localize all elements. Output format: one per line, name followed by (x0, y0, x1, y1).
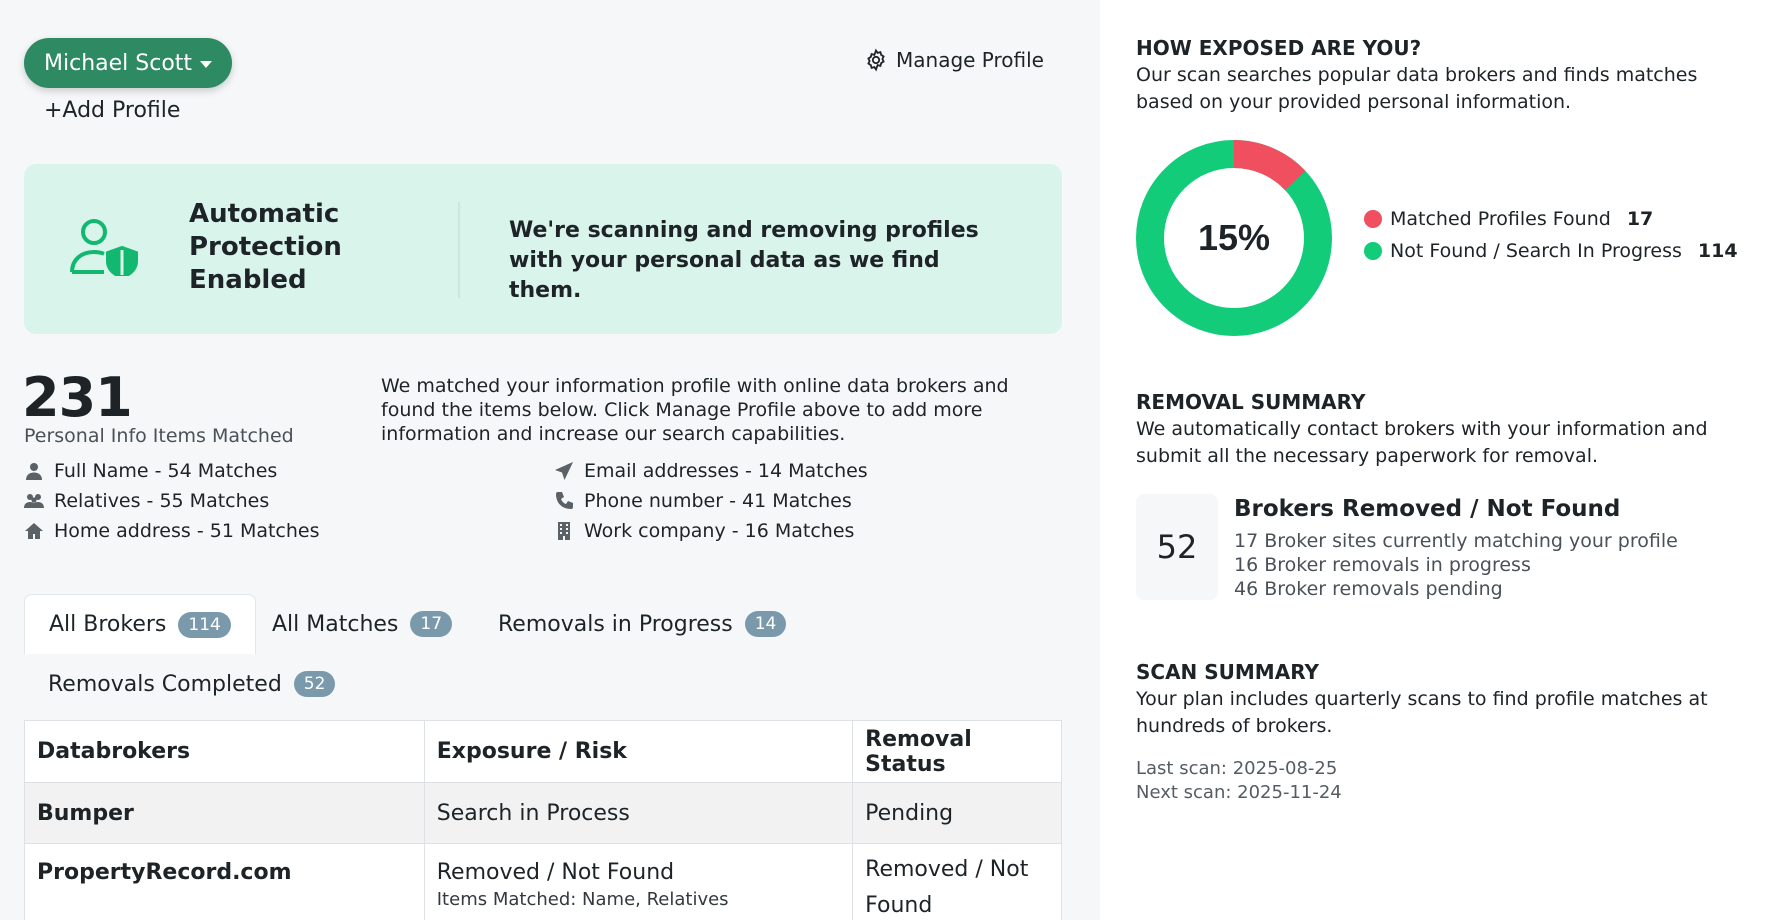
banner-divider (458, 202, 461, 298)
column-header: Removal Status (852, 720, 1062, 783)
status-cell: Removed / Not Found (852, 843, 1062, 920)
column-header: Exposure / Risk (423, 720, 854, 783)
category-label: Full Name - 54 Matches (54, 460, 278, 482)
scan-summary-title: SCAN SUMMARY (1136, 660, 1319, 684)
manage-profile-link[interactable]: Manage Profile (864, 48, 1044, 72)
phone-icon (556, 492, 573, 509)
category-label: Home address - 51 Matches (54, 520, 320, 542)
exposure-percent: 15% (1198, 217, 1270, 258)
tab-label: All Matches (272, 611, 399, 637)
exposure-title: HOW EXPOSED ARE YOU? (1136, 36, 1422, 60)
banner-title: Automatic Protection Enabled (189, 199, 342, 295)
group-icon (24, 494, 44, 508)
profile-selector-button[interactable]: Michael Scott (24, 38, 233, 88)
legend-label: Not Found / Search In Progress (1390, 240, 1682, 262)
removal-summary-text: We automatically contact brokers with yo… (1136, 418, 1708, 467)
table-header-row: Databrokers Exposure / Risk Removal Stat… (24, 720, 1062, 783)
matches-description: We matched your information profile with… (381, 375, 1009, 445)
category-full-name: Full Name - 54 Matches (24, 460, 277, 482)
tab-label: Removals in Progress (498, 611, 733, 637)
profile-name: Michael Scott (44, 50, 193, 76)
exposure-cell: Removed / Not Found Items Matched: Name,… (423, 843, 854, 920)
protection-banner: Automatic Protection Enabled We're scann… (24, 164, 1062, 334)
removal-summary-title: REMOVAL SUMMARY (1136, 390, 1366, 414)
category-email: Email addresses - 14 Matches (554, 460, 868, 482)
tab-removals-in-progress[interactable]: Removals in Progress 14 (474, 594, 810, 654)
total-matches-label: Personal Info Items Matched (24, 425, 294, 447)
count-badge: 14 (744, 611, 787, 637)
exposure-text: Our scan searches popular data brokers a… (1136, 64, 1698, 113)
legend-dot-red (1364, 210, 1382, 228)
tab-all-brokers[interactable]: All Brokers 114 (24, 594, 256, 654)
category-work-company: Work company - 16 Matches (554, 520, 854, 542)
legend-not-found: Not Found / Search In Progress 114 (1364, 240, 1738, 262)
exposure-cell: Search in Process (423, 782, 854, 844)
category-label: Relatives - 55 Matches (54, 490, 270, 512)
category-label: Email addresses - 14 Matches (584, 460, 868, 482)
removal-detail-line: 46 Broker removals pending (1234, 578, 1503, 600)
category-relatives: Relatives - 55 Matches (24, 490, 269, 512)
broker-name: Bumper (24, 782, 425, 844)
brokers-removed-heading: Brokers Removed / Not Found (1234, 496, 1621, 522)
removal-detail-line: 17 Broker sites currently matching your … (1234, 530, 1678, 552)
legend-dot-green (1364, 242, 1382, 260)
scan-summary-text: Your plan includes quarterly scans to fi… (1136, 688, 1708, 737)
gear-icon (867, 48, 885, 72)
brokers-removed-count: 52 (1136, 494, 1218, 600)
right-panel: HOW EXPOSED ARE YOU? Our scan searches p… (1100, 0, 1766, 920)
category-phone: Phone number - 41 Matches (554, 490, 852, 512)
table-row[interactable]: Bumper Search in Process Pending (24, 782, 1062, 844)
count-badge: 17 (410, 611, 453, 637)
broker-name: PropertyRecord.com (24, 843, 425, 920)
category-home-address: Home address - 51 Matches (24, 520, 320, 542)
legend-label: Matched Profiles Found (1390, 208, 1611, 230)
add-profile-link[interactable]: +Add Profile (44, 98, 180, 123)
legend-matched: Matched Profiles Found 17 (1364, 208, 1653, 230)
count-badge: 52 (293, 671, 336, 697)
next-scan-date: Next scan: 2025-11-24 (1136, 782, 1342, 803)
tab-label: Removals Completed (48, 671, 282, 697)
count-badge: 114 (178, 611, 231, 638)
tab-removals-completed[interactable]: Removals Completed 52 (24, 654, 359, 714)
total-matches-count: 231 (22, 366, 133, 429)
exposure-status: Removed / Not Found (436, 860, 675, 885)
legend-count: 114 (1697, 240, 1738, 262)
removal-detail-line: 16 Broker removals in progress (1234, 554, 1531, 576)
category-label: Phone number - 41 Matches (584, 490, 852, 512)
items-matched: Items Matched: Name, Relatives (436, 889, 729, 910)
tab-all-matches[interactable]: All Matches 17 (248, 594, 476, 654)
brokers-table: Databrokers Exposure / Risk Removal Stat… (24, 720, 1062, 920)
banner-text: We're scanning and removing profiles wit… (509, 218, 979, 303)
last-scan-date: Last scan: 2025-08-25 (1136, 758, 1338, 779)
table-row[interactable]: PropertyRecord.com Removed / Not Found I… (24, 843, 1062, 920)
caret-down-icon (200, 60, 213, 68)
tab-label: All Brokers (49, 612, 167, 637)
legend-count: 17 (1626, 208, 1654, 230)
left-panel: Michael Scott +Add Profile Manage Profil… (0, 0, 1100, 920)
send-icon (555, 462, 573, 480)
column-header: Databrokers (24, 720, 425, 783)
home-icon (25, 523, 43, 539)
exposure-donut-chart: 15% (1136, 140, 1332, 336)
status-cell: Pending (852, 782, 1062, 844)
person-icon (26, 463, 42, 480)
manage-profile-label: Manage Profile (896, 48, 1044, 72)
building-icon (558, 522, 570, 540)
user-shield-icon (70, 219, 138, 276)
category-label: Work company - 16 Matches (584, 520, 855, 542)
